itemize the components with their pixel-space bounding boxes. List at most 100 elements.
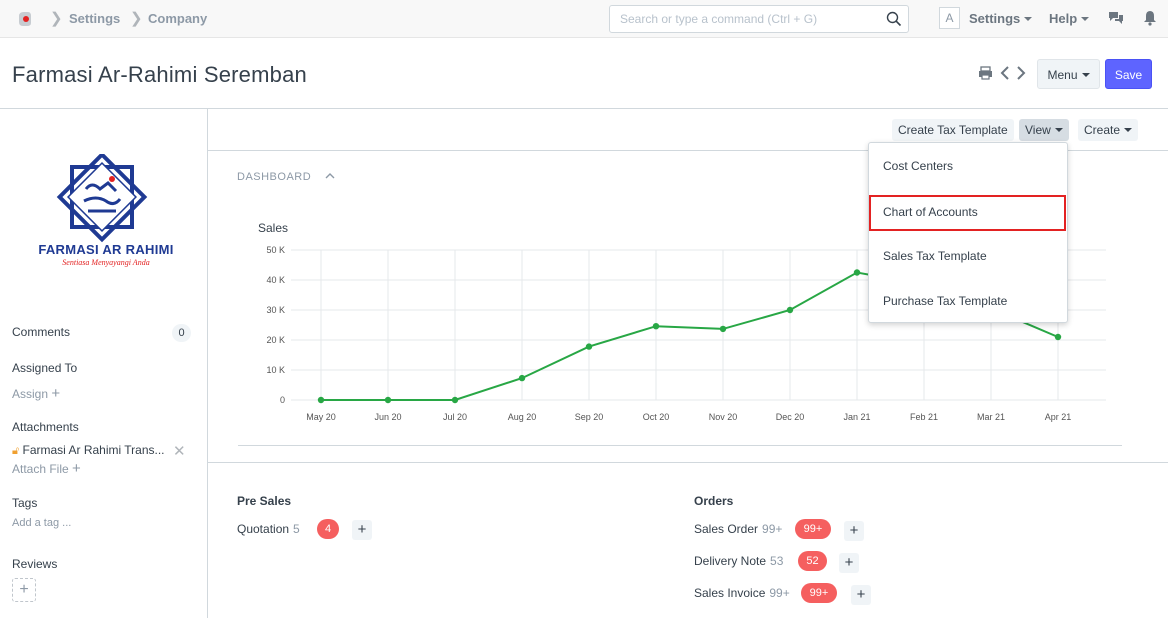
search-input[interactable] (610, 6, 870, 32)
y-tick-label: 40 K (266, 275, 285, 285)
sales-order-label: Sales Order (694, 522, 759, 536)
view-dropdown-button[interactable]: View (1019, 119, 1069, 141)
view-dropdown-menu: Cost Centers Chart of Accounts Sales Tax… (868, 142, 1068, 323)
chevron-right-icon: ❯ (50, 10, 63, 27)
page-header: Farmasi Ar-Rahimi Seremban Menu Save (0, 38, 1168, 109)
caret-down-icon (1054, 127, 1063, 132)
caret-down-icon (1024, 16, 1033, 21)
sales-data-point[interactable] (652, 323, 660, 330)
sales-invoice-link[interactable]: Sales Invoice 99+ (694, 586, 790, 600)
sales-invoice-count: 99+ (769, 586, 790, 600)
attachment-file-name[interactable]: Farmasi Ar Rahimi Trans... (22, 443, 164, 457)
save-button[interactable]: Save (1105, 59, 1152, 89)
menu-item-chart-of-accounts[interactable]: Chart of Accounts (869, 195, 1066, 231)
sidebar: FARMASI AR RAHIMI Sentiasa Menyayangi An… (0, 109, 208, 618)
chart-title: Sales (258, 221, 288, 235)
x-tick-label: Feb 21 (910, 412, 938, 422)
user-avatar[interactable]: A (939, 7, 960, 29)
sales-data-point[interactable] (786, 306, 794, 314)
quotation-count: 5 (293, 522, 300, 536)
menu-item-purchase-tax-template[interactable]: Purchase Tax Template (869, 284, 1067, 320)
sales-data-point[interactable] (317, 396, 325, 404)
attachments-label: Attachments (12, 420, 79, 434)
y-tick-label: 20 K (266, 335, 285, 345)
sales-data-point[interactable] (384, 396, 392, 404)
chevron-up-icon (325, 173, 335, 179)
x-tick-label: Dec 20 (776, 412, 805, 422)
delivery-note-link[interactable]: Delivery Note 53 (694, 554, 783, 568)
dashboard-label: DASHBOARD (237, 171, 312, 183)
y-tick-label: 30 K (266, 305, 285, 315)
bell-icon[interactable] (1143, 10, 1157, 26)
create-tax-template-button[interactable]: Create Tax Template (892, 119, 1014, 141)
menu-item-cost-centers[interactable]: Cost Centers (869, 149, 1067, 185)
remove-attachment-icon[interactable]: ✕ (173, 442, 186, 460)
settings-dropdown[interactable]: Settings (969, 11, 1033, 26)
add-sales-invoice-button[interactable]: + (851, 585, 871, 605)
y-tick-label: 0 (280, 395, 285, 405)
help-label: Help (1049, 11, 1078, 26)
dashboard-toggle[interactable]: DASHBOARD (237, 171, 335, 183)
sales-order-count: 99+ (762, 522, 783, 536)
assigned-to-label: Assigned To (12, 361, 78, 375)
add-review-button[interactable]: + (12, 578, 36, 602)
breadcrumb-company[interactable]: Company (148, 11, 207, 26)
help-dropdown[interactable]: Help (1049, 11, 1090, 26)
create-dropdown-button[interactable]: Create (1078, 119, 1139, 141)
add-tag-input[interactable]: Add a tag ... (12, 517, 71, 529)
delivery-note-count: 53 (770, 554, 784, 568)
company-logo-name: FARMASI AR RAHIMI (38, 242, 174, 257)
chevron-right-icon: ❯ (130, 10, 143, 27)
reviews-label: Reviews (12, 557, 58, 571)
attach-file-label: Attach File (12, 462, 69, 476)
attachment-item[interactable]: 🔓︎ Farmasi Ar Rahimi Trans... (12, 443, 165, 458)
sales-order-link[interactable]: Sales Order 99+ (694, 522, 782, 536)
app-logo-icon[interactable] (16, 10, 34, 28)
x-tick-label: Nov 20 (709, 412, 738, 422)
plus-icon: + (844, 554, 854, 571)
sales-data-point[interactable] (719, 325, 727, 333)
x-tick-label: Mar 21 (977, 412, 1005, 422)
settings-label: Settings (969, 11, 1021, 26)
sales-invoice-badge[interactable]: 99+ (801, 583, 837, 603)
sales-data-point[interactable] (518, 374, 526, 382)
sales-data-point[interactable] (585, 343, 593, 350)
sales-order-badge[interactable]: 99+ (795, 519, 831, 539)
add-delivery-note-button[interactable]: + (839, 553, 859, 573)
page-title: Farmasi Ar-Rahimi Seremban (12, 62, 307, 87)
assign-link[interactable]: Assign + (12, 385, 60, 402)
breadcrumb-settings[interactable]: Settings (69, 11, 120, 26)
previous-record-icon[interactable] (1000, 66, 1010, 80)
print-icon[interactable] (978, 66, 993, 80)
x-tick-label: Aug 20 (508, 412, 537, 422)
chat-icon[interactable] (1108, 10, 1124, 26)
x-tick-label: Apr 21 (1045, 412, 1072, 422)
divider (208, 462, 1168, 463)
menu-label: Menu (1047, 68, 1078, 82)
pre-sales-title: Pre Sales (237, 494, 292, 508)
search-icon[interactable] (886, 11, 902, 27)
plus-icon: + (19, 581, 29, 598)
delivery-note-badge[interactable]: 52 (798, 551, 827, 571)
x-tick-label: Jan 21 (843, 412, 870, 422)
sales-data-point[interactable] (1054, 333, 1062, 341)
x-tick-label: Jun 20 (374, 412, 401, 422)
search-bar (609, 5, 909, 33)
caret-down-icon (1081, 16, 1090, 21)
next-record-icon[interactable] (1016, 66, 1026, 80)
menu-item-sales-tax-template[interactable]: Sales Tax Template (869, 239, 1067, 275)
quotation-link[interactable]: Quotation 5 (237, 522, 300, 536)
comments-label: Comments (12, 325, 71, 339)
add-quotation-button[interactable]: + (352, 520, 372, 540)
y-tick-label: 10 K (266, 365, 285, 375)
top-navbar: ❯ Settings ❯ Company A Settings Help (0, 0, 1168, 38)
y-tick-label: 50 K (266, 245, 285, 255)
menu-button[interactable]: Menu (1037, 59, 1100, 89)
view-label: View (1025, 123, 1051, 137)
quotation-badge[interactable]: 4 (317, 519, 339, 539)
sales-data-point[interactable] (451, 396, 459, 404)
attach-file-link[interactable]: Attach File + (12, 460, 81, 477)
add-sales-order-button[interactable]: + (844, 521, 864, 541)
create-label: Create (1084, 123, 1121, 137)
sales-data-point[interactable] (853, 269, 861, 276)
